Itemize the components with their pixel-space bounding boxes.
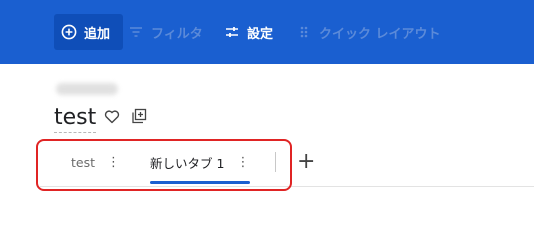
- drag-handle-icon: [296, 24, 312, 40]
- add-button-label: 追加: [84, 26, 111, 42]
- filter-icon: [128, 24, 144, 40]
- highlight-box: [36, 139, 292, 191]
- add-tab-icon[interactable]: +: [297, 150, 315, 174]
- quick-layout-button-label: クイック レイアウト: [319, 26, 441, 42]
- blurred-breadcrumb: [56, 83, 118, 95]
- copy-icon[interactable]: [131, 108, 147, 128]
- sliders-icon: [224, 24, 240, 40]
- filter-button-label: フィルタ: [151, 26, 203, 42]
- settings-button-label: 設定: [247, 26, 274, 42]
- top-toolbar: 追加 フィルタ 設定 クイック レイアウト: [0, 0, 534, 64]
- add-button[interactable]: 追加: [54, 14, 123, 50]
- plus-circle-icon: [61, 24, 77, 40]
- page-title[interactable]: test: [54, 104, 97, 133]
- quick-layout-button[interactable]: クイック レイアウト: [296, 14, 441, 50]
- heart-icon[interactable]: [104, 109, 120, 128]
- settings-button[interactable]: 設定: [224, 14, 273, 50]
- filter-button[interactable]: フィルタ: [128, 14, 203, 50]
